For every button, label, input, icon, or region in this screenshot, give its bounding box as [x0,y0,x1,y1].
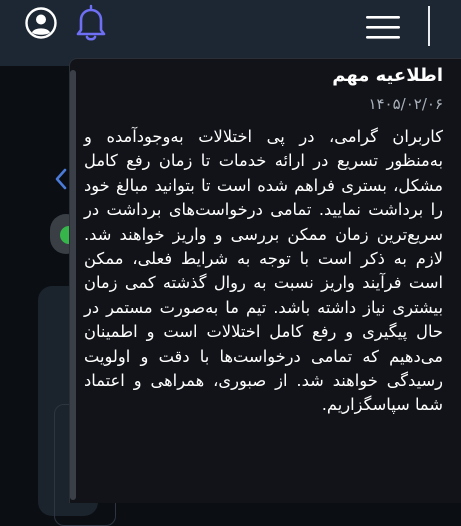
chevron-left-icon[interactable] [52,166,70,192]
bell-icon[interactable] [70,2,112,44]
top-bar [0,0,461,66]
notification-title: اطلاعیه مهم [332,65,443,86]
notification-popover: اطلاعیه مهم ۱۴۰۵/۰۲/۰۶ کاربران گرامی، در… [69,58,461,503]
notification-body: کاربران گرامی، در پی اختلالات به‌وجودآمد… [84,127,443,415]
header-divider [428,6,430,46]
user-circle-icon[interactable] [24,6,58,40]
hamburger-menu-icon[interactable] [362,10,406,44]
popover-scrollbar[interactable] [70,70,76,500]
notification-date: ۱۴۰۵/۰۲/۰۶ [368,95,443,113]
